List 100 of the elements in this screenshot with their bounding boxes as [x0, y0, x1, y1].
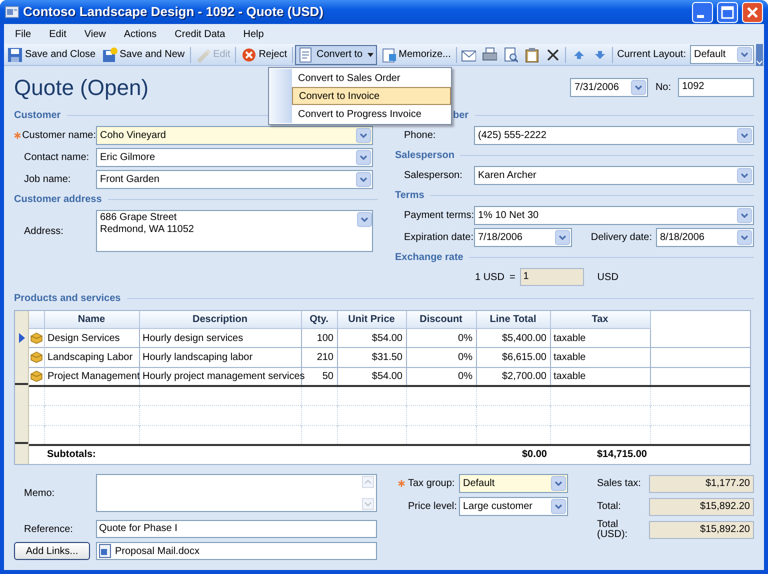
minimize-icon — [692, 2, 713, 22]
column-header[interactable]: Unit Price — [337, 311, 406, 328]
memo-field[interactable] — [96, 474, 377, 512]
table-cell: $6,615.00 — [476, 348, 550, 368]
combo-box[interactable]: Coho Vineyard — [96, 126, 373, 144]
column-header[interactable]: Tax — [550, 311, 650, 328]
equals-sign: = — [509, 270, 516, 284]
table-cell: $31.50 — [337, 348, 406, 368]
table-cell: 0% — [406, 367, 476, 386]
number-field[interactable]: 1092 — [678, 78, 754, 96]
field-label: Price level: — [408, 500, 457, 514]
clipboard-icon — [524, 46, 540, 62]
pencil-icon — [195, 46, 212, 62]
delete-icon — [545, 46, 560, 62]
toolbar-button[interactable]: Save and New — [100, 44, 187, 64]
field-label: Expiration date: — [403, 230, 474, 244]
field-label: Payment terms: — [403, 208, 474, 222]
combo-box[interactable]: 8/18/2006 — [656, 228, 754, 246]
table-cell: $2,700.00 — [476, 367, 550, 386]
field-label: Job name: — [24, 172, 71, 186]
box-icon — [30, 351, 43, 364]
combo-box[interactable]: Karen Archer — [474, 166, 754, 184]
add-links-button[interactable]: Add Links... — [14, 542, 90, 560]
subtotal-value: $14,715.00 — [596, 449, 647, 460]
total-field: $1,177.20 — [649, 474, 754, 492]
field-label: Reference: — [23, 522, 74, 536]
scroll-down-icon — [362, 498, 374, 510]
combo-box[interactable]: Eric Gilmore — [96, 148, 373, 166]
toolbar-button[interactable]: Convert to — [295, 44, 377, 64]
column-header[interactable]: Description — [139, 311, 301, 328]
attachment-field[interactable]: Proposal Mail.docx — [96, 542, 377, 560]
combo-box[interactable]: (425) 555-2222 — [474, 126, 754, 144]
box-icon — [30, 332, 43, 344]
combo-box[interactable]: 7/31/2006 — [570, 78, 648, 96]
address-line: 686 Grape Street — [100, 212, 178, 224]
table-cell: Hourly landscaping labor — [139, 348, 301, 368]
menu-option[interactable]: Convert to Progress Invoice — [292, 105, 451, 123]
toolbar-button[interactable]: Save and Close — [5, 44, 98, 64]
menu-option[interactable]: Convert to Sales Order — [292, 69, 451, 87]
table-cell: 0% — [406, 348, 476, 368]
maximize-icon — [717, 2, 738, 22]
total-field: $15,892.20 — [649, 498, 754, 516]
section-title: Customer address — [14, 192, 102, 206]
exchange-rate-field[interactable]: 1 — [520, 268, 584, 286]
subtotals-label: Subtotals: — [47, 449, 96, 460]
document-icon — [98, 544, 112, 558]
address-field[interactable]: 686 Grape Street Redmond, WA 11052 — [96, 210, 373, 252]
x-circle-icon — [240, 46, 257, 62]
table-cell: $54.00 — [337, 367, 406, 386]
section-title: Terms — [395, 188, 424, 202]
table-cell: taxable — [550, 367, 650, 386]
caret-icon — [366, 52, 374, 58]
table-cell: Landscaping Labor — [44, 348, 139, 368]
combo-box[interactable]: Large customer — [459, 497, 568, 516]
field-label: Delivery date: — [590, 230, 653, 244]
combo-box[interactable]: 1% 10 Net 30 — [474, 206, 754, 224]
combo-box[interactable]: Default — [690, 45, 754, 64]
total-field: $15,892.20 — [649, 520, 754, 538]
toolbar-button[interactable]: Reject — [238, 44, 290, 64]
reference-field[interactable]: Quote for Phase I — [96, 520, 377, 538]
subtotal-value: $0.00 — [522, 449, 547, 460]
field-label: Memo: — [23, 486, 56, 500]
required-asterisk-icon — [398, 480, 405, 487]
menu-item[interactable]: Edit — [42, 26, 74, 42]
currency-label: 1 USD — [475, 270, 504, 284]
section-title: Products and services — [14, 292, 121, 306]
window-app-icon — [5, 5, 19, 19]
box-icon — [30, 370, 43, 382]
menu-item[interactable]: Help — [236, 26, 271, 42]
combo-box[interactable]: 7/18/2006 — [474, 228, 572, 246]
menu-item[interactable]: Credit Data — [168, 26, 232, 42]
column-header[interactable]: Discount — [406, 311, 476, 328]
toolbar-button[interactable]: Memorize... — [378, 44, 453, 64]
number-label: No: — [655, 80, 671, 94]
field-label: Phone: — [403, 128, 437, 142]
magnifier-page-icon — [503, 46, 518, 62]
currency-label: USD — [597, 270, 618, 284]
menu-item[interactable]: Actions — [116, 26, 164, 42]
column-header[interactable]: Line Total — [476, 311, 550, 328]
scroll-up-icon — [362, 476, 374, 488]
column-header[interactable]: Qty. — [301, 311, 337, 328]
field-label: Contact name: — [24, 150, 90, 164]
document-icon — [298, 46, 314, 62]
field-label: Salesperson: — [403, 168, 464, 182]
section-title: ber — [453, 108, 469, 122]
overflow-chevron-icon — [756, 58, 764, 66]
menu-item[interactable]: File — [8, 26, 38, 42]
menu-item[interactable]: View — [77, 26, 113, 42]
total-label: Sales tax: — [597, 478, 642, 488]
menu-option[interactable]: Convert to Invoice — [292, 87, 451, 105]
menu-gutter — [269, 105, 292, 123]
total-label: Total (USD): — [597, 520, 629, 540]
field-label: Tax group: — [408, 477, 455, 491]
window-title: Contoso Landscape Design - 1092 - Quote (USD) — [23, 3, 324, 22]
table-cell: 210 — [301, 348, 337, 368]
field-label: Address: — [23, 224, 64, 238]
column-header[interactable]: Name — [44, 311, 139, 328]
combo-box[interactable]: Front Garden — [96, 170, 373, 188]
combo-box[interactable]: Default — [459, 474, 568, 493]
layout-label: Current Layout: — [616, 48, 687, 62]
